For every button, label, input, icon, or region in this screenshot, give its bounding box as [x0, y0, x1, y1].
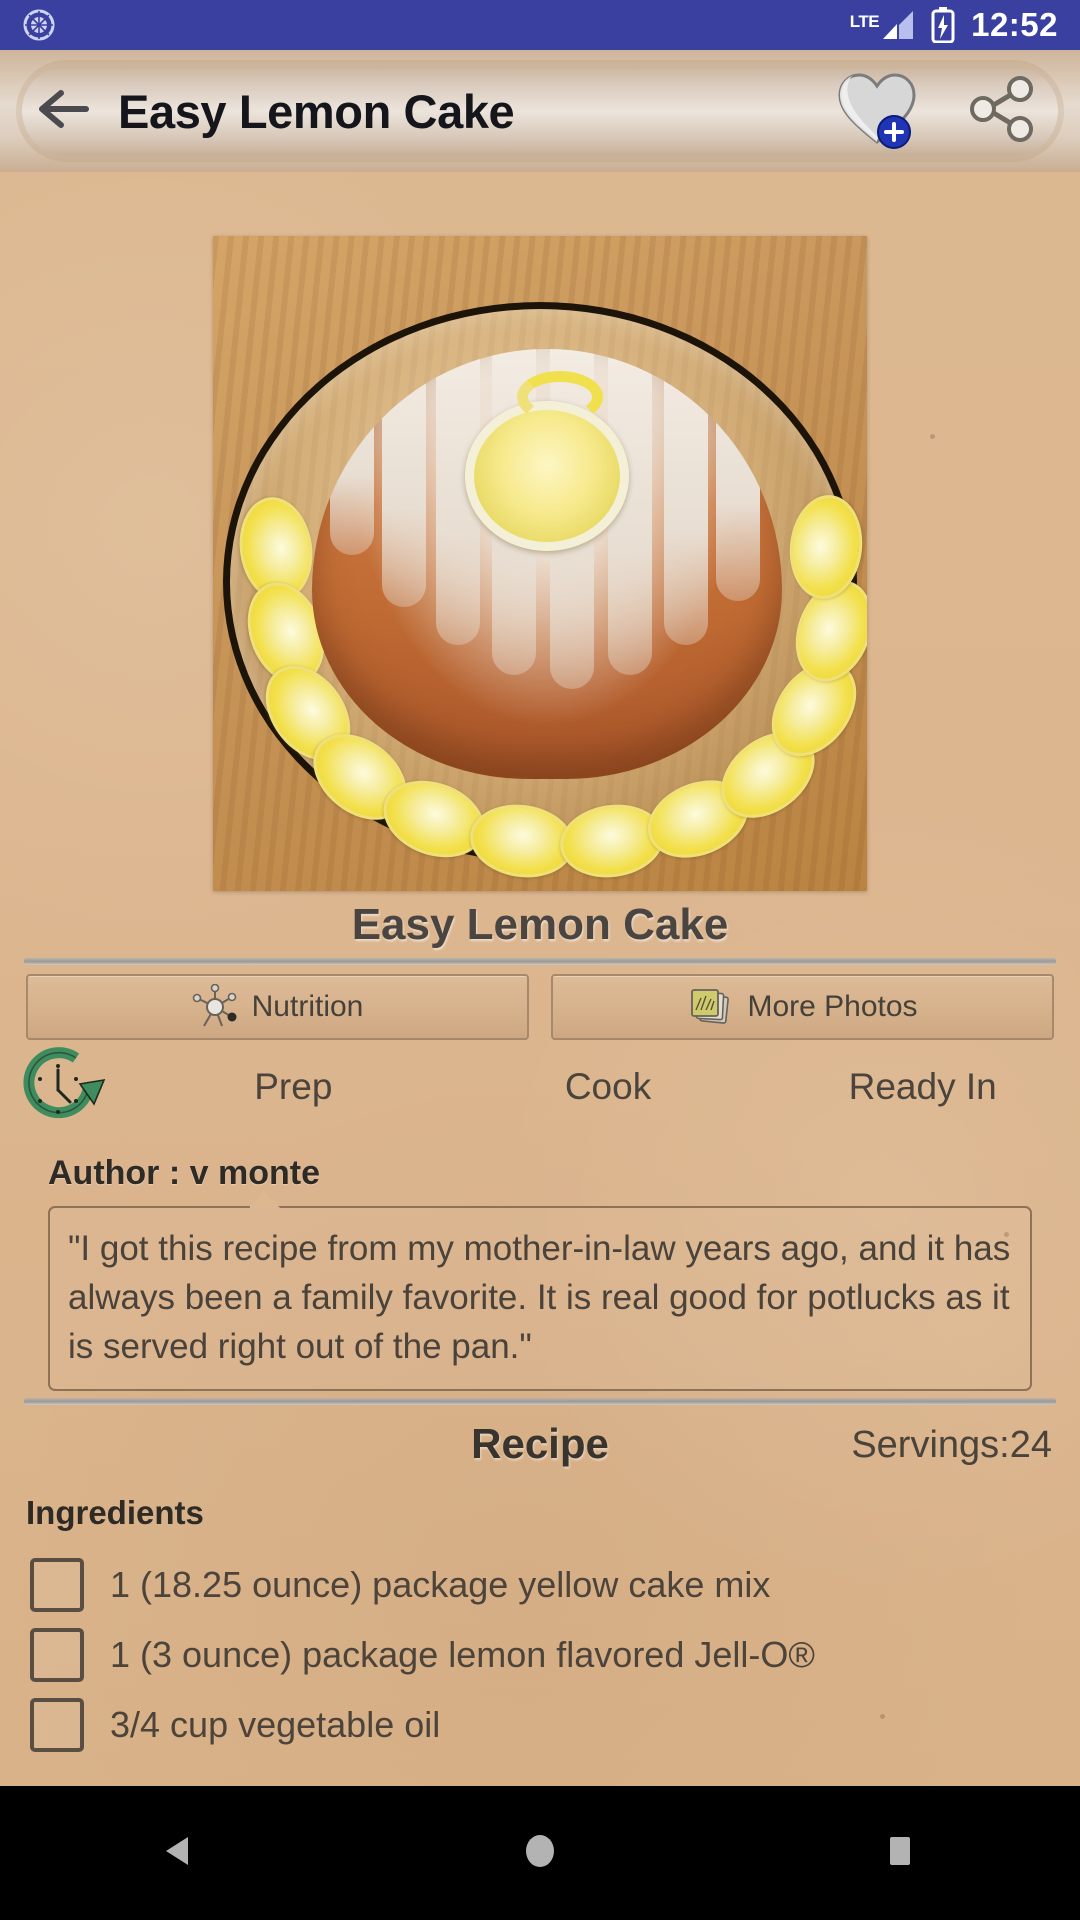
ready-in-time-label: Ready In	[848, 1066, 997, 1107]
nav-back-button[interactable]	[120, 1786, 240, 1920]
shutter-icon	[22, 8, 56, 42]
recipe-scroll-view[interactable]: Easy Lemon Cake Nutrition More Photos Pr…	[0, 172, 1080, 1786]
phone-screen: LTE 12:52 Easy Lemon Cake Easy Lemon Cak…	[0, 0, 1080, 1920]
more-photos-button[interactable]: More Photos	[551, 974, 1054, 1040]
times-row: Prep Cook Ready In	[0, 1044, 1080, 1130]
author-label: Author : v monte	[48, 1154, 320, 1192]
ingredient-label: 1 (3 ounce) package lemon flavored Jell-…	[110, 1634, 815, 1675]
ingredient-checkbox[interactable]	[30, 1558, 84, 1612]
arrow-back-icon	[36, 86, 92, 137]
ingredient-row[interactable]: 1 (18.25 ounce) package yellow cake mix	[30, 1550, 1050, 1620]
prep-time-cell: Prep	[136, 1066, 451, 1108]
author-quote: "I got this recipe from my mother-in-law…	[48, 1206, 1032, 1391]
photo-glass-plate	[223, 302, 867, 884]
ingredient-label: 1 (18.25 ounce) package yellow cake mix	[110, 1564, 771, 1605]
ingredient-checkbox[interactable]	[30, 1698, 84, 1752]
ingredients-header: Ingredients	[26, 1494, 204, 1531]
page-title: Easy Lemon Cake	[118, 84, 515, 138]
network-type-label: LTE	[849, 12, 880, 31]
battery-charging-icon	[931, 7, 955, 44]
ingredient-row[interactable]: 3/4 cup vegetable oil	[30, 1690, 1050, 1760]
prep-time-label: Prep	[254, 1066, 333, 1107]
paper-speck	[930, 434, 935, 439]
ingredient-row[interactable]: 1 (3 ounce) package lemon flavored Jell-…	[30, 1620, 1050, 1690]
ingredient-label: 3/4 cup vegetable oil	[110, 1704, 441, 1745]
photos-stack-icon	[687, 984, 733, 1030]
nav-recents-button[interactable]	[840, 1786, 960, 1920]
nav-home-button[interactable]	[480, 1786, 600, 1920]
back-button[interactable]	[26, 73, 102, 149]
ingredient-checkbox[interactable]	[30, 1628, 84, 1682]
servings-label: Servings:24	[851, 1424, 1052, 1466]
system-navigation-bar	[0, 1786, 1080, 1920]
divider-recipe	[24, 1398, 1056, 1405]
status-bar-left	[22, 8, 56, 42]
molecule-icon	[192, 984, 238, 1030]
nutrition-button-label: Nutrition	[251, 990, 364, 1023]
signal-bars-icon: LTE	[850, 9, 915, 41]
ready-in-time-cell: Ready In	[765, 1066, 1080, 1108]
clock-refresh-icon	[0, 1044, 136, 1130]
status-bar-clock: 12:52	[971, 6, 1058, 43]
favorite-button[interactable]	[834, 68, 920, 154]
status-bar: LTE 12:52	[0, 0, 1080, 50]
more-photos-button-label: More Photos	[747, 990, 918, 1023]
action-buttons-row: Nutrition More Photos	[0, 974, 1080, 1040]
share-button[interactable]	[958, 68, 1044, 154]
recipe-photo[interactable]	[213, 236, 867, 891]
action-bar: Easy Lemon Cake	[0, 50, 1080, 172]
share-icon	[961, 69, 1041, 154]
heart-add-icon	[834, 68, 920, 155]
nav-back-icon	[158, 1829, 202, 1878]
recipe-name: Easy Lemon Cake	[351, 900, 729, 949]
cook-time-label: Cook	[564, 1066, 652, 1107]
divider-top	[24, 958, 1056, 965]
nutrition-button[interactable]: Nutrition	[26, 974, 529, 1040]
nav-recents-icon	[878, 1829, 922, 1878]
nav-home-icon	[518, 1829, 562, 1878]
status-bar-right: LTE 12:52	[850, 6, 1058, 44]
cook-time-cell: Cook	[451, 1066, 766, 1108]
